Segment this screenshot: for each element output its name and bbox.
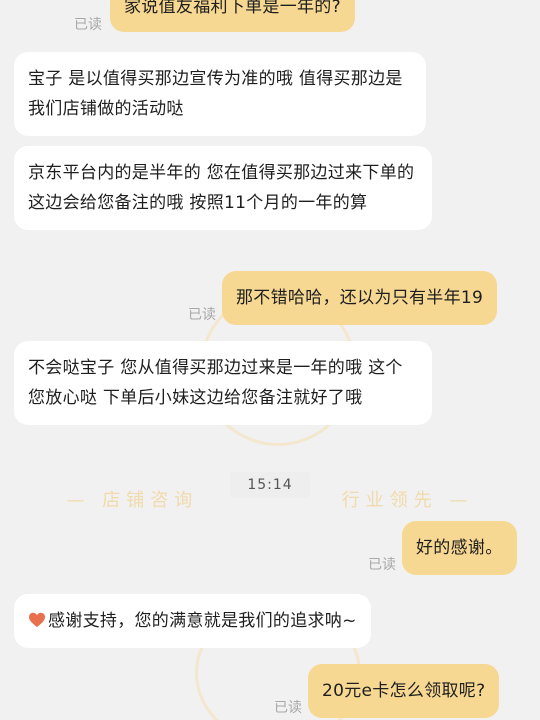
incoming-message[interactable]: 不会哒宝子 您从值得买那边过来是一年的哦 这个您放心哒 下单后小妹这边给您备注就… xyxy=(14,341,432,425)
heart-icon xyxy=(28,609,46,627)
watermark-text-right: 行业领先 — xyxy=(341,490,474,511)
incoming-message[interactable]: 感谢支持，您的满意就是我们的追求呐~ xyxy=(14,594,371,648)
read-receipt: 已读 xyxy=(74,17,102,33)
outgoing-message[interactable]: 家说值友福利下单是一年的? xyxy=(110,0,355,32)
outgoing-message[interactable]: 那不错哈哈，还以为只有半年19 xyxy=(222,271,498,325)
read-receipt: 已读 xyxy=(368,557,396,573)
outgoing-message[interactable]: 好的感谢。 xyxy=(402,521,517,575)
timestamp: 15:14 xyxy=(230,472,310,498)
incoming-message-text: 感谢支持，您的满意就是我们的追求呐~ xyxy=(48,611,357,631)
chat-area: — 店铺咨询 行业领先 — 已读 家说值友福利下单是一年的? 宝子 是以值得买那… xyxy=(0,0,540,720)
read-receipt: 已读 xyxy=(188,307,216,323)
read-receipt: 已读 xyxy=(274,700,302,716)
outgoing-message[interactable]: 20元e卡怎么领取呢? xyxy=(308,664,500,718)
incoming-message[interactable]: 宝子 是以值得买那边宣传为准的哦 值得买那边是我们店铺做的活动哒 xyxy=(14,52,426,136)
incoming-message[interactable]: 京东平台内的是半年的 您在值得买那边过来下单的这边会给您备注的哦 按照11个月的… xyxy=(14,146,432,230)
watermark-text-left: — 店铺咨询 xyxy=(66,490,199,511)
